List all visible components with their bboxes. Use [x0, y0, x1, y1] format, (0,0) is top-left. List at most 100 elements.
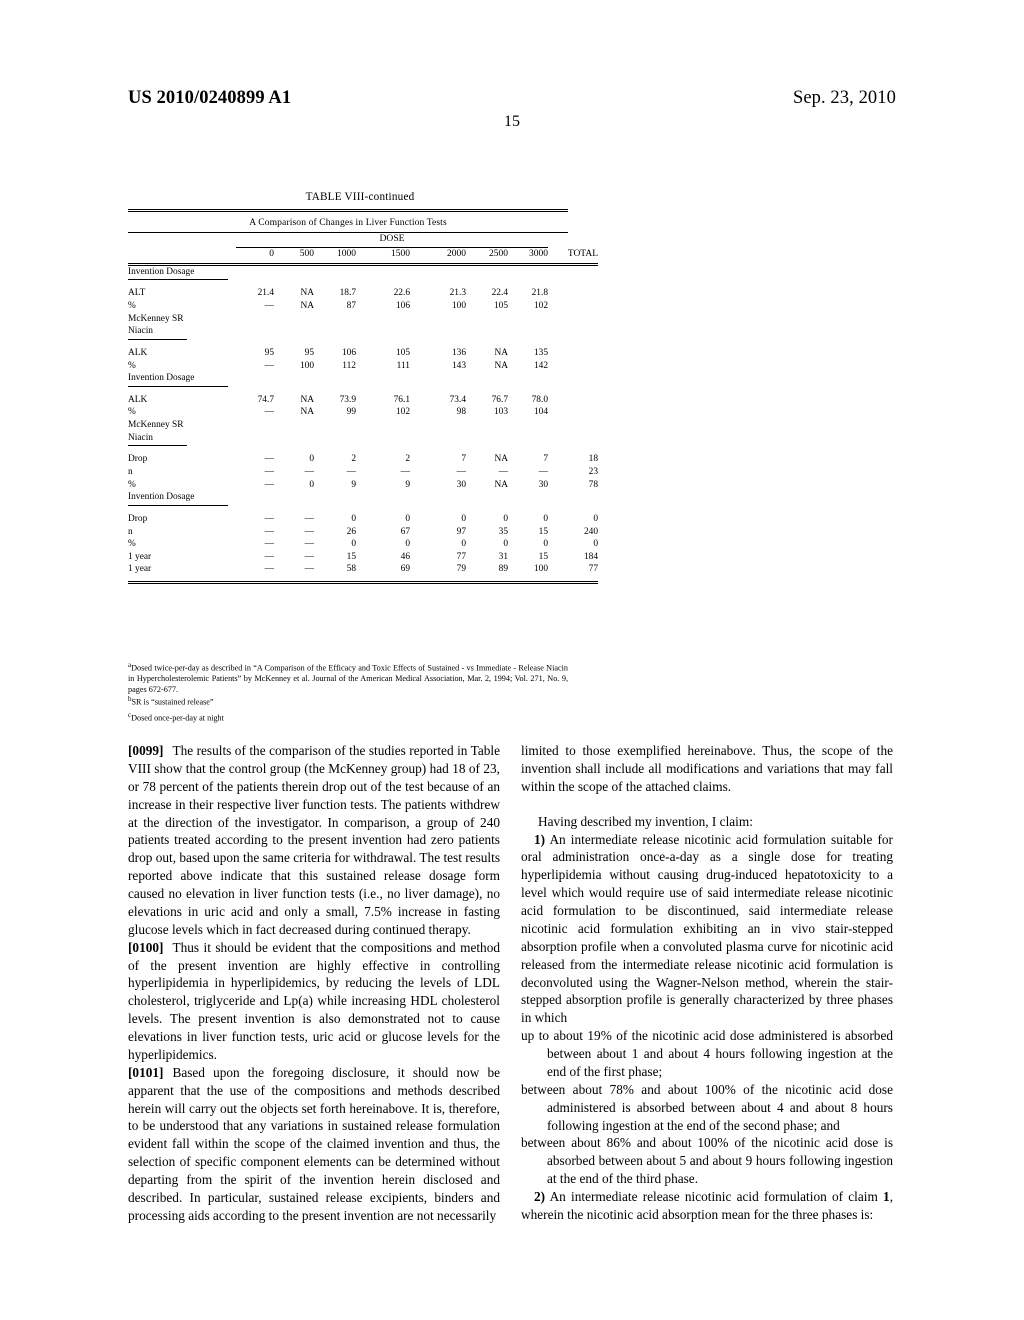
cell	[548, 406, 598, 419]
cell: 0	[309, 454, 314, 465]
table-row: McKenney SR	[128, 313, 598, 326]
cell: 100	[451, 300, 466, 311]
footer-rule-row	[128, 576, 599, 584]
footnote-a: aDosed twice-per-day as described in “A …	[128, 661, 568, 695]
cell: NA	[300, 288, 314, 299]
cell: 111	[396, 360, 410, 371]
table-row: 1 year — — 58 69 79 89 100 77	[128, 563, 598, 576]
cell: 104	[533, 407, 549, 418]
cell: 0	[461, 513, 466, 524]
column-header-3000: 3000	[529, 249, 549, 260]
cell	[548, 300, 598, 313]
block-spacer	[128, 506, 598, 513]
claim-1-phase-3: between about 86% and about 100% of the …	[521, 1135, 893, 1187]
cell: —	[264, 551, 274, 562]
cell: 78.0	[531, 394, 549, 405]
footnote-b: bSR is “sustained release”	[128, 695, 568, 708]
table-body: DOSE 0 500 1000 1500 2000 2500 3000 TOTA…	[128, 233, 599, 584]
claim-2-number: 2)	[534, 1189, 546, 1204]
dose-header-row: DOSE	[128, 233, 598, 249]
footnote-c: cDosed once-per-day at night	[128, 711, 568, 724]
cell: 76.7	[491, 394, 508, 405]
cell: 105	[493, 300, 508, 311]
row-label: McKenney SR	[128, 313, 184, 324]
cell: 105	[395, 347, 410, 358]
cell: 2	[405, 454, 410, 465]
row-label: n	[128, 526, 133, 537]
cell: 100	[533, 564, 549, 575]
cell: 79	[456, 564, 466, 575]
dose-header-spacer	[128, 233, 236, 247]
row-label: 1 year	[128, 564, 152, 575]
body-column-right: limited to those exemplified hereinabove…	[521, 742, 893, 1224]
cell: 87	[346, 300, 356, 311]
row-label: Niacin	[128, 433, 187, 447]
cell: 103	[493, 407, 508, 418]
row-label: 1 year	[128, 551, 152, 562]
running-head: US 2010/0240899 A1 Sep. 23, 2010	[128, 88, 896, 109]
row-label: %	[128, 539, 136, 550]
cell: 73.4	[449, 394, 466, 405]
cell: 22.6	[393, 288, 410, 299]
paragraph-number: [0099]	[128, 743, 164, 758]
cell: —	[264, 300, 274, 311]
table-row: Niacin	[128, 432, 598, 447]
claim-1-phase-2: between about 78% and about 100% of the …	[521, 1081, 893, 1133]
cell	[548, 360, 598, 373]
cell: 78	[588, 479, 599, 490]
cell: 46	[400, 551, 410, 562]
paragraph-number: [0100]	[128, 939, 164, 955]
block-spacer	[128, 340, 598, 347]
table-viii: TABLE VIII-continued A Comparison of Cha…	[128, 190, 599, 584]
cell: —	[498, 466, 508, 477]
block-spacer	[128, 446, 598, 453]
cell: 0	[503, 539, 508, 550]
publication-number: US 2010/0240899 A1	[128, 88, 292, 108]
cell: 102	[395, 407, 410, 418]
row-label: ALT	[128, 288, 146, 299]
cell: —	[456, 466, 466, 477]
cell: 15	[538, 551, 549, 562]
table-row: % — — 0 0 0 0 0 0	[128, 538, 598, 551]
paragraph-continuation: limited to those exemplified hereinabove…	[521, 743, 893, 794]
cell: —	[264, 539, 274, 550]
table-row: 1 year — — 15 46 77 31 15 184	[128, 551, 598, 564]
claim-1-text: An intermediate release nicotinic acid f…	[521, 831, 893, 1026]
table-row: Niacin	[128, 325, 598, 340]
table-row: % — NA 87 106 100 105 102	[128, 300, 598, 313]
column-header-row: 0 500 1000 1500 2000 2500 3000 TOTAL	[128, 248, 598, 261]
cell: 136	[451, 347, 466, 358]
cell: 9	[351, 479, 356, 490]
cell: NA	[494, 454, 508, 465]
cell: 69	[400, 564, 410, 575]
claim-2: 2) An intermediate release nicotinic aci…	[521, 1188, 893, 1224]
footnote-c-text: Dosed once-per-day at night	[131, 714, 224, 724]
cell: 73.9	[339, 394, 356, 405]
cell: —	[304, 526, 314, 537]
row-label: %	[128, 479, 136, 490]
row-label: %	[128, 360, 136, 371]
cell: 23	[588, 466, 599, 477]
cell: NA	[494, 360, 508, 371]
claim-2-text-a: An intermediate release nicotinic acid f…	[549, 1189, 884, 1204]
table-row: ALK 74.7 NA 73.9 76.1 73.4 76.7 78.0	[128, 394, 598, 407]
group-label-row: Invention Dosage	[128, 266, 598, 281]
cell: 0	[405, 513, 410, 524]
column-header-label	[128, 248, 236, 261]
paragraph-0101: [0101] Based upon the foregoing disclosur…	[128, 1064, 500, 1225]
claim-1: 1) An intermediate release nicotinic aci…	[521, 831, 893, 1028]
cell: —	[304, 513, 314, 524]
cell: NA	[494, 347, 508, 358]
claim-1-number: 1)	[534, 831, 546, 847]
table-row: ALK 95 95 106 105 136 NA 135	[128, 347, 598, 360]
cell: —	[264, 513, 274, 524]
cell: —	[304, 564, 314, 575]
cell: 135	[533, 347, 549, 358]
body-column-left: [0099] The results of the comparison of t…	[128, 742, 500, 1225]
row-label: ALK	[128, 394, 148, 405]
table-subtitle: A Comparison of Changes in Liver Functio…	[249, 216, 447, 228]
group-label: Invention Dosage	[128, 492, 229, 506]
page-number: 15	[504, 113, 520, 130]
patent-page: US 2010/0240899 A1 Sep. 23, 2010 15 TABL…	[0, 0, 1024, 1320]
block-spacer	[128, 387, 598, 394]
